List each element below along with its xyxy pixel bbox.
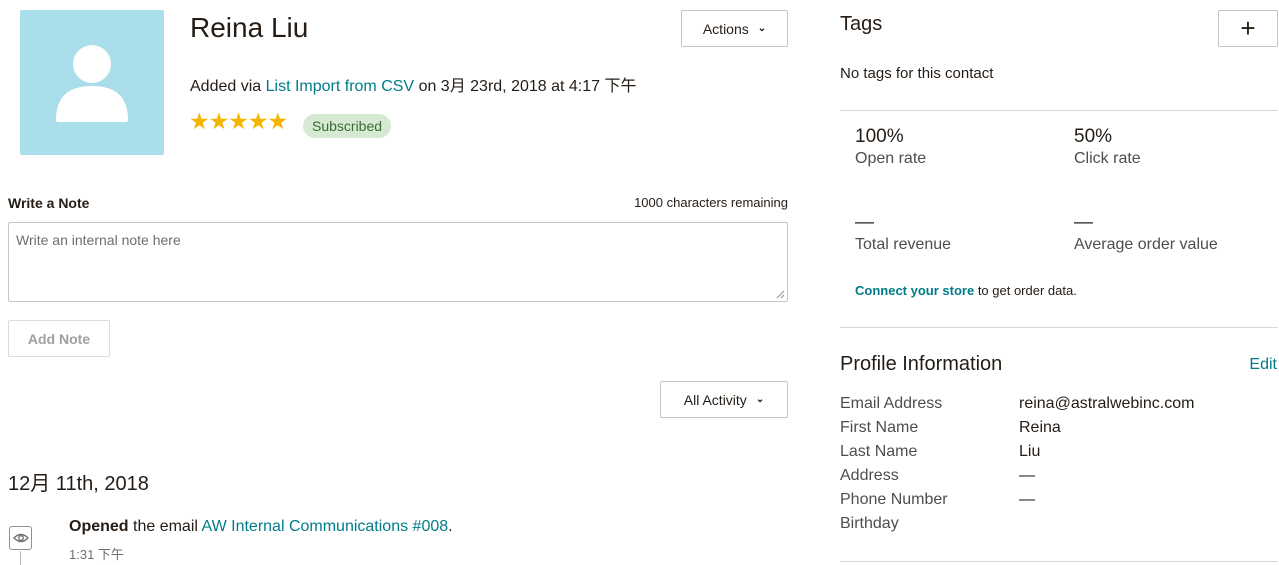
chevron-down-icon: ⌄ [757, 23, 767, 34]
actions-label: Actions [702, 20, 749, 37]
divider [840, 327, 1278, 328]
import-source-link[interactable]: List Import from CSV [266, 78, 414, 95]
avatar [20, 10, 164, 155]
added-prefix: Added via [190, 78, 262, 95]
add-note-button[interactable]: Add Note [8, 320, 110, 357]
profile-heading: Profile Information [840, 353, 1003, 375]
open-rate-label: Open rate [855, 150, 927, 167]
activity-verb: Opened [69, 518, 129, 535]
chevron-down-icon: ⌄ [755, 394, 765, 405]
note-label: Write a Note [8, 195, 90, 211]
field-label: Phone Number [840, 491, 948, 508]
eye-icon [9, 526, 32, 550]
plus-icon: + [1240, 13, 1256, 43]
field-label: Address [840, 467, 899, 484]
field-value: Liu [1019, 443, 1041, 460]
field-value: — [1019, 467, 1035, 484]
activity-item: Opened the email AW Internal Communicati… [69, 518, 453, 536]
add-tag-button[interactable]: + [1218, 10, 1278, 47]
contact-name: Reina Liu [190, 12, 309, 43]
field-value: — [1019, 491, 1035, 508]
note-textarea[interactable]: Write an internal note here [8, 222, 788, 302]
total-revenue-value: — [855, 212, 874, 233]
field-label: Birthday [840, 515, 899, 532]
added-suffix: on 3月 23rd, 2018 at 4:17 下午 [418, 78, 637, 95]
connect-store-text: Connect your store to get order data. [855, 283, 1077, 298]
star-rating[interactable]: ★★★★★ [189, 110, 288, 133]
note-char-counter: 1000 characters remaining [634, 195, 788, 210]
total-revenue-label: Total revenue [855, 236, 952, 253]
timeline-line [20, 551, 21, 565]
user-silhouette-icon [56, 45, 128, 122]
open-rate-stat: 100% Open rate [855, 126, 926, 168]
divider [840, 561, 1278, 562]
field-label: Email Address [840, 395, 943, 412]
connect-store-suffix: to get order data. [977, 283, 1077, 298]
total-revenue-stat: — Total revenue [855, 212, 951, 254]
field-label: First Name [840, 419, 919, 436]
field-label: Last Name [840, 443, 918, 460]
resize-handle-icon[interactable] [776, 290, 785, 299]
profile-row-email: Email Address reina@astralwebinc.com [840, 395, 1194, 413]
click-rate-stat: 50% Click rate [1074, 126, 1141, 168]
activity-filter-label: All Activity [683, 391, 747, 408]
profile-row-last-name: Last Name Liu [840, 443, 1040, 461]
status-badge: Subscribed [303, 114, 392, 138]
actions-button[interactable]: Actions ⌄ [681, 10, 788, 47]
activity-trail: . [448, 518, 453, 535]
note-placeholder: Write an internal note here [16, 232, 181, 248]
avg-order-value: — [1074, 212, 1093, 233]
profile-row-address: Address — [840, 467, 1035, 485]
activity-time: 1:31 下午 [69, 547, 124, 562]
email-link[interactable]: reina@astralwebinc.com [1019, 395, 1194, 413]
edit-profile-link[interactable]: Edit [1249, 356, 1277, 374]
activity-filter-dropdown[interactable]: All Activity ⌄ [660, 381, 788, 418]
profile-row-first-name: First Name Reina [840, 419, 1061, 437]
click-rate-value: 50% [1074, 126, 1113, 147]
profile-row-phone: Phone Number — [840, 491, 1035, 509]
avg-order-label: Average order value [1074, 236, 1218, 253]
tags-heading: Tags [840, 13, 883, 35]
field-value: Reina [1019, 419, 1061, 436]
no-tags-text: No tags for this contact [840, 65, 994, 82]
avg-order-stat: — Average order value [1074, 212, 1218, 254]
activity-date-heading: 12月 11th, 2018 [8, 473, 149, 495]
divider [840, 110, 1278, 111]
profile-row-birthday: Birthday [840, 515, 1019, 533]
click-rate-label: Click rate [1074, 150, 1141, 167]
open-rate-value: 100% [855, 126, 904, 147]
campaign-link[interactable]: AW Internal Communications #008 [202, 518, 449, 535]
connect-store-link[interactable]: Connect your store [855, 283, 974, 298]
activity-text: the email [133, 518, 198, 535]
added-via-text: Added via List Import from CSV on 3月 23r… [190, 72, 636, 96]
